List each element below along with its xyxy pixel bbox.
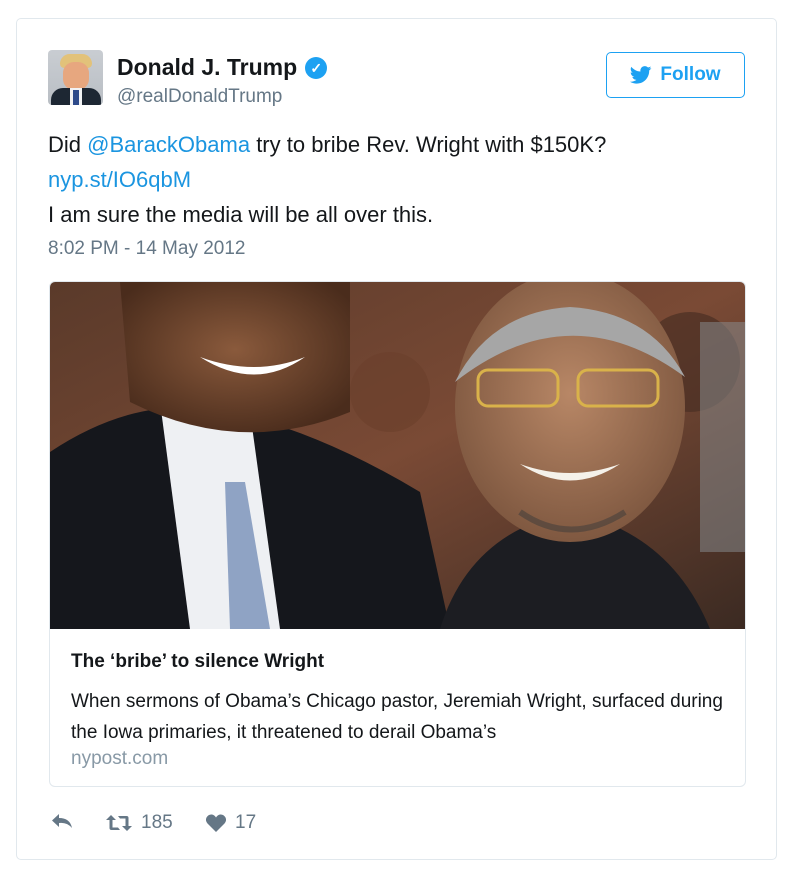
author-handle[interactable]: @realDonaldTrump: [117, 86, 282, 108]
like-count: 17: [235, 812, 257, 833]
reply-button[interactable]: [50, 812, 74, 830]
tweet-text-suffix: try to bribe Rev. Wright with $150K?: [250, 132, 607, 157]
card-title: The ‘bribe’ to silence Wright: [71, 651, 325, 672]
author-name[interactable]: Donald J. Trump: [117, 54, 297, 81]
tweet-timestamp[interactable]: 8:02 PM - 14 May 2012: [48, 238, 246, 260]
tweet-text-line-3: I am sure the media will be all over thi…: [48, 202, 434, 227]
mention-link[interactable]: @BarackObama: [87, 132, 250, 157]
like-button[interactable]: 17: [205, 812, 256, 834]
reply-icon: [52, 814, 72, 828]
avatar[interactable]: [48, 50, 103, 105]
article-photo: [50, 282, 745, 629]
link-preview-card[interactable]: The ‘bribe’ to silence Wright When sermo…: [49, 281, 746, 787]
tweet-card: Donald J. Trump ✓ @realDonaldTrump Follow…: [16, 18, 777, 860]
follow-label: Follow: [660, 64, 721, 85]
verified-badge-icon: ✓: [305, 56, 328, 79]
retweet-button[interactable]: 185: [105, 812, 173, 834]
retweet-icon: [106, 815, 132, 831]
article-short-link[interactable]: nyp.st/IO6qbM: [48, 167, 191, 193]
card-description: When sermons of Obama’s Chicago pastor, …: [71, 691, 723, 743]
author-name-row: Donald J. Trump ✓: [117, 54, 328, 81]
tweet-text-prefix: Did: [48, 132, 88, 157]
heart-icon: [205, 814, 227, 832]
retweet-count: 185: [141, 812, 173, 833]
follow-button[interactable]: Follow: [606, 52, 745, 98]
tweet-text-line-1: Did @BarackObama try to bribe Rev. Wrigh…: [48, 132, 606, 158]
twitter-bird-icon: [630, 66, 652, 84]
card-domain: nypost.com: [71, 748, 169, 769]
